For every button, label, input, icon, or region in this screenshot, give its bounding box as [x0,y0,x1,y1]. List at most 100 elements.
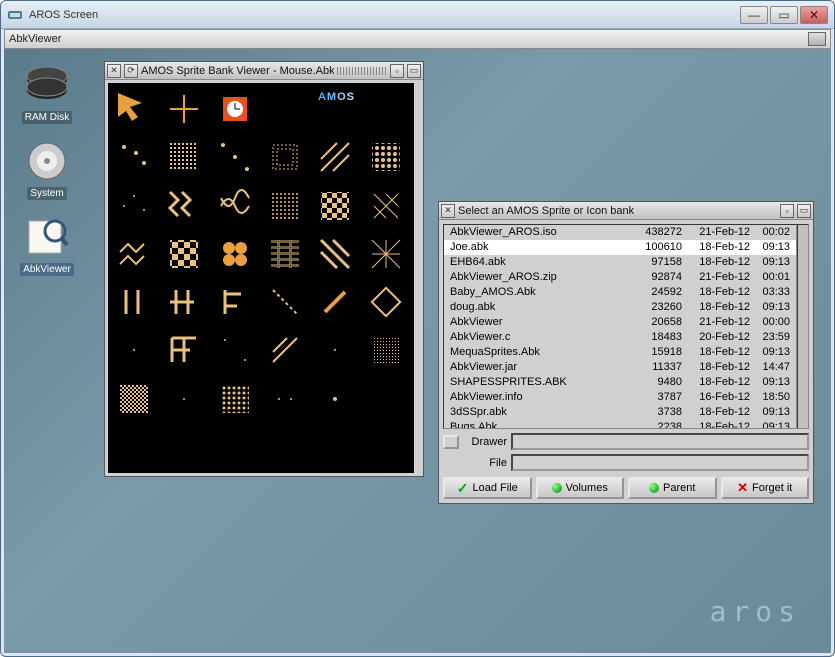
sprite-pattern [217,381,253,417]
sprite-window-title: AMOS Sprite Bank Viewer - Mouse.Abk [141,65,334,77]
drawer-input[interactable] [511,433,809,450]
desktop-icon-system[interactable]: System [12,137,82,200]
file-row[interactable]: doug.abk2326018-Feb-1209:13 [444,300,796,315]
os-titlebar[interactable]: AROS Screen — ▭ ✕ [1,1,834,29]
file-row[interactable]: MequaSprites.Abk1591818-Feb-1209:13 [444,345,796,360]
check-icon: ✓ [457,480,469,497]
dot-icon [649,483,659,493]
scrollbar-vertical[interactable] [797,224,809,429]
system-icon [23,137,71,185]
sprite-pattern [116,236,152,272]
sprite-window-titlebar[interactable]: ✕ ⟳ AMOS Sprite Bank Viewer - Mouse.Abk … [105,62,423,80]
sprite-pattern [267,332,303,368]
sprite-pattern [217,139,253,175]
file-window-titlebar[interactable]: ✕ Select an AMOS Sprite or Icon bank ▫ ▭ [439,202,813,220]
sprite-pattern [267,381,303,417]
sprite-pattern [267,139,303,175]
sprite-grid: AMOS [108,83,414,473]
sprite-pattern [368,188,404,224]
sprite-pattern [217,284,253,320]
sprite-pattern [116,284,152,320]
maximize-button[interactable]: ▭ [770,6,798,24]
desktop-icon-label: System [27,187,66,200]
sprite-pattern [166,284,202,320]
sprite-pattern [317,188,353,224]
sprite-pattern [368,139,404,175]
iconify-gadget[interactable]: ▫ [780,204,794,218]
sprite-cursor [116,91,152,127]
file-row[interactable]: Bugs.Abk223818-Feb-1209:13 [444,420,796,429]
depth-gadget[interactable]: ▭ [407,64,421,78]
file-row[interactable]: Baby_AMOS.Abk2459218-Feb-1203:33 [444,285,796,300]
menubar-label: AbkViewer [9,33,61,45]
sprite-pattern [368,381,404,417]
iconify-gadget[interactable]: ▫ [390,64,404,78]
desktop-icon-ramdisk[interactable]: RAM Disk [12,61,82,124]
sprite-pattern [116,332,152,368]
close-gadget[interactable]: ✕ [441,204,455,218]
file-selector-window[interactable]: ✕ Select an AMOS Sprite or Icon bank ▫ ▭… [438,201,814,504]
sprite-pattern [166,139,202,175]
file-window-title: Select an AMOS Sprite or Icon bank [458,205,777,217]
sprite-pattern [166,236,202,272]
sprite-viewer-window[interactable]: ✕ ⟳ AMOS Sprite Bank Viewer - Mouse.Abk … [104,61,424,477]
app-icon [7,7,23,23]
depth-gadget[interactable]: ▭ [797,204,811,218]
aros-brand-logo: aros [710,595,801,628]
volumes-button[interactable]: Volumes [536,477,625,499]
file-row[interactable]: 3dSSpr.abk373818-Feb-1209:13 [444,405,796,420]
drag-grip[interactable] [337,67,387,75]
drawer-label: Drawer [463,436,507,448]
sprite-pattern [317,236,353,272]
file-row[interactable]: AbkViewer.info378716-Feb-1218:50 [444,390,796,405]
sprite-pattern [116,188,152,224]
os-window: AROS Screen — ▭ ✕ AbkViewer RAM Disk Sys… [0,0,835,657]
file-row[interactable]: EHB64.abk9715818-Feb-1209:13 [444,255,796,270]
os-window-title: AROS Screen [29,9,740,21]
sprite-pattern [166,381,202,417]
file-list[interactable]: AbkViewer_AROS.iso43827221-Feb-1200:02Jo… [443,224,797,429]
file-input[interactable] [511,454,809,471]
aros-desktop[interactable]: AbkViewer RAM Disk System AbkViewer ✕ ⟳ … [4,29,831,653]
ramdisk-icon [23,61,71,109]
sprite-pattern [368,284,404,320]
file-label: File [463,457,507,469]
file-row[interactable]: Joe.abk10061018-Feb-1209:13 [444,240,796,255]
desktop-icon-abkviewer[interactable]: AbkViewer [12,213,82,276]
sprite-pattern [317,332,353,368]
file-row[interactable]: SHAPESSPRITES.ABK948018-Feb-1209:13 [444,375,796,390]
sprite-pattern [368,236,404,272]
close-button[interactable]: ✕ [800,6,828,24]
forget-button[interactable]: ✕Forget it [721,477,810,499]
close-gadget[interactable]: ✕ [107,64,121,78]
parent-button[interactable]: Parent [628,477,717,499]
sprite-pattern [116,381,152,417]
cross-icon: ✕ [737,480,748,496]
zoom-gadget[interactable]: ⟳ [124,64,138,78]
sprite-pattern [166,332,202,368]
sprite-pattern [317,139,353,175]
sprite-pattern [267,284,303,320]
desktop-icon-label: RAM Disk [22,111,72,124]
sprite-pattern [116,139,152,175]
load-file-button[interactable]: ✓Load File [443,477,532,499]
abkviewer-icon [23,213,71,261]
sprite-pattern [267,236,303,272]
minimize-button[interactable]: — [740,6,768,24]
file-row[interactable]: AbkViewer.jar1133718-Feb-1214:47 [444,360,796,375]
desktop-icon-label: AbkViewer [20,263,74,276]
file-row[interactable]: AbkViewer_AROS.zip9287421-Feb-1200:01 [444,270,796,285]
file-row[interactable]: AbkViewer_AROS.iso43827221-Feb-1200:02 [444,225,796,240]
sprite-pattern [166,188,202,224]
file-row[interactable]: AbkViewer2065821-Feb-1200:00 [444,315,796,330]
sprite-crosshair [166,91,202,127]
dot-icon [552,483,562,493]
aros-menubar[interactable]: AbkViewer [4,29,831,49]
sprite-pattern [317,381,353,417]
sprite-clock [217,91,253,127]
file-row[interactable]: AbkViewer.c1848320-Feb-1223:59 [444,330,796,345]
screen-depth-gadget[interactable] [808,32,826,46]
drawer-checkbox[interactable] [443,435,459,449]
sprite-pattern [217,236,253,272]
sprite-pattern [267,188,303,224]
